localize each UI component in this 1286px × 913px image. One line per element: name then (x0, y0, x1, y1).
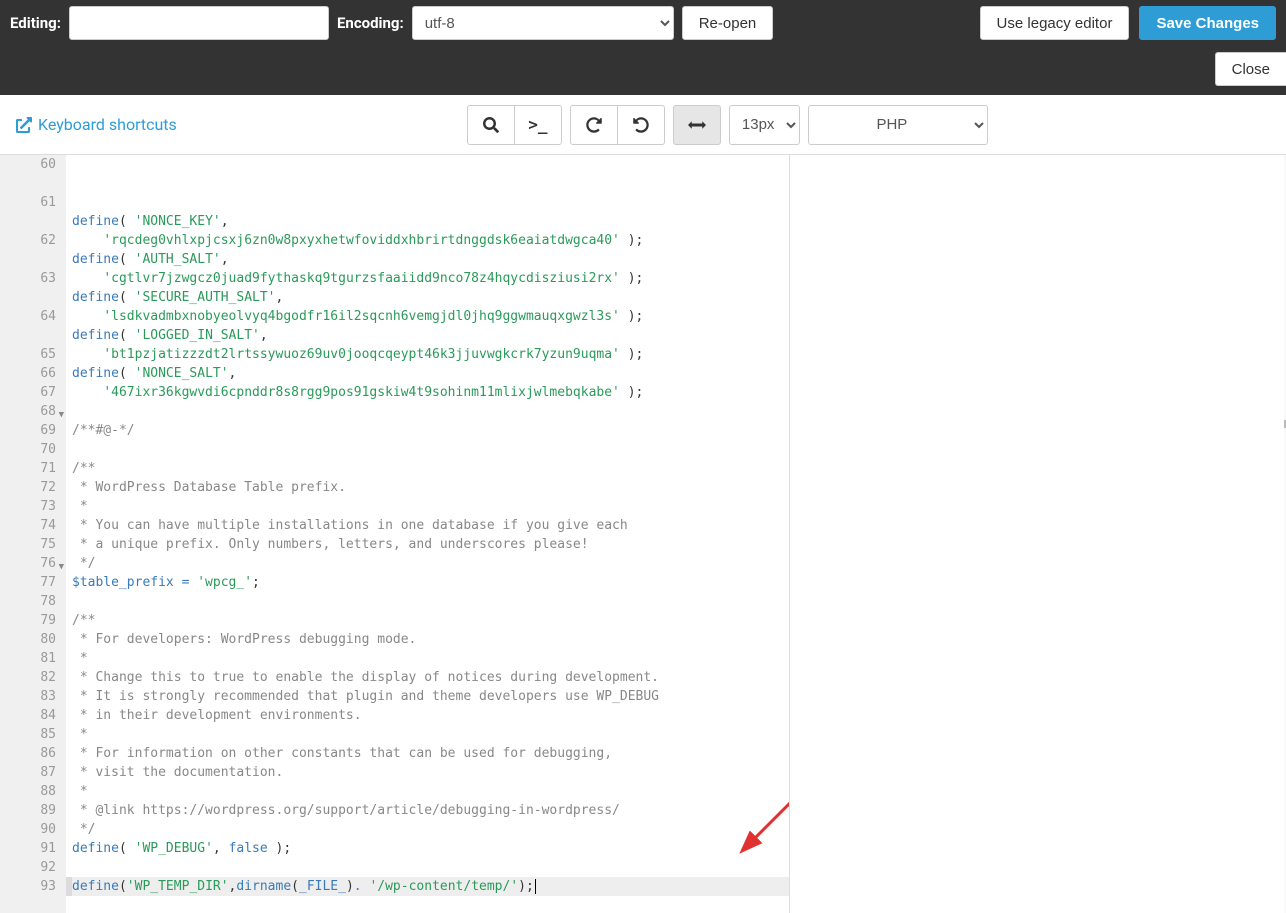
code-line[interactable]: 'cgtlvr7jzwgcz0juad9fythaskq9tgurzsfaaii… (72, 269, 789, 288)
undo-icon (586, 117, 602, 133)
code-line[interactable]: define( 'NONCE_KEY', (72, 212, 789, 231)
editor-toolbar: Keyboard shortcuts >_ 13px PHP (0, 95, 1286, 155)
line-gutter: 606162636465666768▼6970717273747576▼7778… (0, 155, 66, 913)
encoding-select[interactable]: utf-8 (412, 6, 674, 40)
code-line[interactable]: * For developers: WordPress debugging mo… (72, 630, 789, 649)
code-line[interactable] (72, 440, 789, 459)
code-line[interactable]: define( 'WP_DEBUG', false ); (72, 839, 789, 858)
code-line[interactable]: * visit the documentation. (72, 763, 789, 782)
code-line[interactable]: * (72, 649, 789, 668)
external-link-icon (16, 117, 32, 133)
code-line[interactable]: '467ixr36kgwvdi6cpnddr8s8rgg9pos91gskiw4… (72, 383, 789, 402)
code-line[interactable]: /** (72, 459, 789, 478)
header-right: Use legacy editor Save Changes (980, 6, 1276, 40)
close-button[interactable]: Close (1215, 52, 1286, 86)
header-row: Editing: Encoding: utf-8 Re-open Use leg… (0, 0, 1286, 46)
search-group: >_ (467, 105, 562, 145)
editor-wrap: 606162636465666768▼6970717273747576▼7778… (0, 155, 1286, 913)
code-line[interactable]: /** (72, 611, 789, 630)
code-line[interactable]: define('WP_TEMP_DIR',dirname(_FILE_). '/… (72, 877, 789, 896)
save-changes-button[interactable]: Save Changes (1139, 6, 1276, 40)
redo-icon (633, 117, 649, 133)
code-line[interactable]: * (72, 782, 789, 801)
code-line[interactable]: define( 'LOGGED_IN_SALT', (72, 326, 789, 345)
undo-button[interactable] (570, 105, 618, 145)
horizontal-arrows-icon (688, 119, 706, 131)
editing-label: Editing: (10, 14, 61, 32)
preview-pane (790, 155, 1286, 913)
code-pane[interactable]: 606162636465666768▼6970717273747576▼7778… (0, 155, 790, 913)
encoding-label: Encoding: (337, 14, 404, 32)
code-line[interactable]: * You can have multiple installations in… (72, 516, 789, 535)
redo-button[interactable] (617, 105, 665, 145)
search-icon (483, 117, 499, 133)
close-row: Close (1215, 52, 1286, 86)
code-line[interactable]: $table_prefix = 'wpcg_'; (72, 573, 789, 592)
terminal-icon: >_ (528, 115, 547, 134)
keyboard-shortcuts-link[interactable]: Keyboard shortcuts (16, 115, 177, 134)
code-line[interactable]: /**#@-*/ (72, 421, 789, 440)
code-line[interactable]: define( 'NONCE_SALT', (72, 364, 789, 383)
code-line[interactable]: * (72, 725, 789, 744)
code-line[interactable]: 'bt1pzjatizzzdt2lrtssywuoz69uv0jooqcqeyp… (72, 345, 789, 364)
language-select[interactable]: PHP (808, 105, 988, 145)
code-line[interactable]: * It is strongly recommended that plugin… (72, 687, 789, 706)
code-line[interactable]: * WordPress Database Table prefix. (72, 478, 789, 497)
code-line[interactable]: */ (72, 554, 789, 573)
editor-header: Editing: Encoding: utf-8 Re-open Use leg… (0, 0, 1286, 95)
code-line[interactable] (72, 896, 789, 913)
code-line[interactable]: define( 'AUTH_SALT', (72, 250, 789, 269)
code-line[interactable]: * a unique prefix. Only numbers, letters… (72, 535, 789, 554)
font-size-select[interactable]: 13px (729, 105, 800, 145)
code-line[interactable]: * @link https://wordpress.org/support/ar… (72, 801, 789, 820)
legacy-editor-button[interactable]: Use legacy editor (980, 6, 1130, 40)
code-content[interactable]: define( 'NONCE_KEY', 'rqcdeg0vhlxpjcsxj6… (66, 155, 789, 913)
reopen-button[interactable]: Re-open (682, 6, 774, 40)
code-line[interactable]: * in their development environments. (72, 706, 789, 725)
code-line[interactable] (72, 592, 789, 611)
wrap-toggle-button[interactable] (673, 105, 721, 145)
code-line[interactable] (72, 858, 789, 877)
code-line[interactable]: define( 'SECURE_AUTH_SALT', (72, 288, 789, 307)
terminal-button[interactable]: >_ (514, 105, 562, 145)
code-line[interactable]: */ (72, 820, 789, 839)
editing-input[interactable] (69, 6, 329, 40)
keyboard-shortcuts-label: Keyboard shortcuts (38, 115, 177, 134)
code-line[interactable] (72, 402, 789, 421)
toolbar-center: >_ 13px PHP (467, 105, 988, 145)
code-line[interactable]: * (72, 497, 789, 516)
undo-redo-group (570, 105, 665, 145)
code-line[interactable]: * Change this to true to enable the disp… (72, 668, 789, 687)
code-line[interactable]: 'lsdkvadmbxnobyeolvyq4bgodfr16il2sqcnh6v… (72, 307, 789, 326)
code-line[interactable]: * For information on other constants tha… (72, 744, 789, 763)
code-line[interactable]: 'rqcdeg0vhlxpjcsxj6zn0w8pxyxhetwfoviddxh… (72, 231, 789, 250)
search-button[interactable] (467, 105, 515, 145)
